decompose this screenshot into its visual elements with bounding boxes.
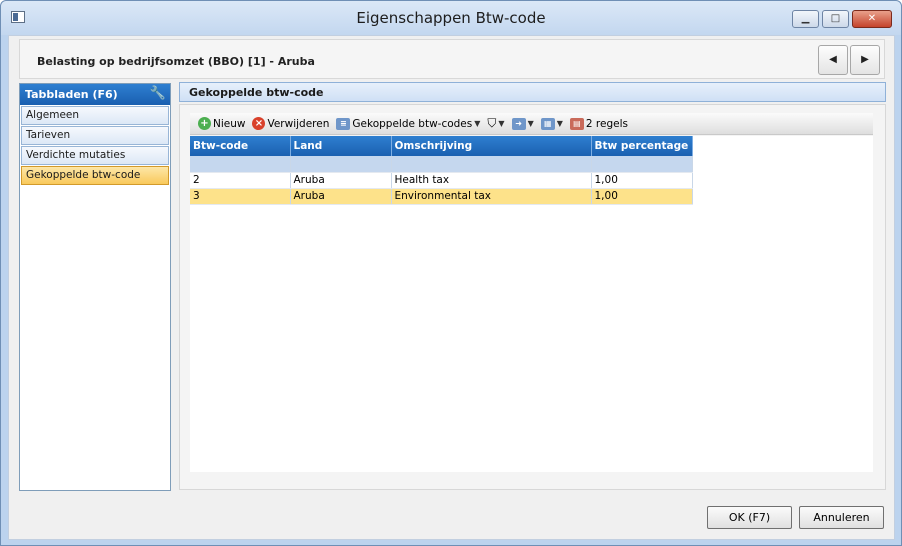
filter-cell[interactable] (391, 156, 592, 173)
previous-record-button[interactable]: ◀ (818, 45, 848, 75)
maximize-icon: □ (830, 13, 841, 24)
record-header: Belasting op bedrijfsomzet (BBO) [1] - A… (19, 39, 885, 79)
column-header-omschrijving[interactable]: Omschrijving (391, 136, 592, 156)
ok-button[interactable]: OK (F7) (707, 506, 792, 529)
dropdown-arrow-icon: ▼ (527, 119, 534, 128)
panel-title: Gekoppelde btw-code (179, 82, 886, 102)
table-cell: Health tax (391, 172, 592, 189)
table-cell: 1,00 (591, 172, 693, 189)
column-header-btw-percentage[interactable]: Btw percentage (591, 136, 693, 156)
sidebar-item-gekoppelde-btw-code[interactable]: Gekoppelde btw-code (21, 166, 169, 185)
grid-toolbar: + Nieuw × Verwijderen ≡ Gekoppelde btw-c… (190, 113, 873, 135)
layout-icon: ▦ (540, 117, 555, 130)
table-cell: 3 (190, 188, 291, 205)
dropdown-arrow-icon: ▼ (498, 119, 505, 128)
filter-cell[interactable] (190, 156, 291, 173)
tabs-sidebar: Tabbladen (F6) 🔧 Algemeen Tarieven Verdi… (19, 83, 171, 491)
new-button[interactable]: + Nieuw (196, 117, 247, 130)
filter-cell[interactable] (591, 156, 693, 173)
sidebar-title: Tabbladen (F6) (25, 88, 118, 101)
next-record-button[interactable]: ▶ (850, 45, 880, 75)
close-button[interactable]: ✕ (852, 10, 892, 28)
table-cell: Aruba (290, 172, 392, 189)
filter-cell[interactable] (290, 156, 392, 173)
table-cell: Environmental tax (391, 188, 592, 205)
dropdown-arrow-icon: ▼ (474, 119, 481, 128)
chevron-left-icon: ◀ (829, 54, 837, 65)
export-icon: ➜ (511, 117, 526, 130)
cancel-button[interactable]: Annuleren (799, 506, 884, 529)
delete-icon: × (252, 117, 266, 130)
column-header-land[interactable]: Land (290, 136, 392, 156)
data-grid: Btw-code Land Omschrijving Btw percentag… (190, 136, 873, 472)
linked-codes-button[interactable]: ≡ Gekoppelde btw-codes ▼ (334, 117, 482, 130)
dropdown-arrow-icon: ▼ (556, 119, 563, 128)
linked-codes-table: Btw-code Land Omschrijving Btw percentag… (190, 136, 693, 205)
delete-button[interactable]: × Verwijderen (250, 117, 331, 130)
sidebar-item-algemeen[interactable]: Algemeen (21, 106, 169, 125)
row-count-label: 2 regels (585, 117, 628, 130)
delete-label: Verwijderen (267, 117, 330, 130)
table-row[interactable]: 2 Aruba Health tax 1,00 (190, 172, 693, 189)
content-panel: Gekoppelde btw-code + Nieuw × Verwijdere… (179, 82, 886, 490)
column-header-btw-code[interactable]: Btw-code (190, 136, 291, 156)
add-icon: + (198, 117, 211, 130)
title-bar[interactable]: Eigenschappen Btw-code ▁ □ ✕ (1, 1, 901, 35)
filter-row[interactable] (190, 156, 693, 173)
sidebar-item-tarieven[interactable]: Tarieven (21, 126, 169, 145)
dialog-window: Eigenschappen Btw-code ▁ □ ✕ Belasting o… (0, 0, 902, 546)
wrench-icon[interactable]: 🔧 (150, 86, 166, 101)
layout-button[interactable]: ▦ ▼ (539, 117, 565, 130)
panel-body: + Nieuw × Verwijderen ≡ Gekoppelde btw-c… (179, 104, 886, 490)
chevron-right-icon: ▶ (861, 54, 869, 65)
record-title: Belasting op bedrijfsomzet (BBO) [1] - A… (37, 55, 315, 68)
maximize-button[interactable]: □ (822, 10, 849, 28)
table-cell: Aruba (290, 188, 392, 205)
minimize-button[interactable]: ▁ (792, 10, 819, 28)
document-icon: ≡ (336, 117, 351, 130)
row-count: ▤ 2 regels (568, 117, 630, 130)
table-header-row: Btw-code Land Omschrijving Btw percentag… (190, 136, 693, 156)
linked-codes-label: Gekoppelde btw-codes (352, 117, 473, 130)
sidebar-item-verdichte-mutaties[interactable]: Verdichte mutaties (21, 146, 169, 165)
new-label: Nieuw (213, 117, 246, 130)
export-button[interactable]: ➜ ▼ (510, 117, 536, 130)
filter-button[interactable]: ⛉ ▼ (485, 116, 506, 131)
sidebar-header: Tabbladen (F6) 🔧 (20, 84, 170, 105)
window-title: Eigenschappen Btw-code (356, 9, 546, 27)
filter-icon: ⛉ (487, 116, 497, 130)
table-cell: 2 (190, 172, 291, 189)
dialog-client: Belasting op bedrijfsomzet (BBO) [1] - A… (8, 35, 895, 540)
close-icon: ✕ (867, 13, 877, 24)
table-row-selected[interactable]: 3 Aruba Environmental tax 1,00 (190, 188, 693, 205)
table-cell: 1,00 (591, 188, 693, 205)
calendar-icon: ▤ (569, 117, 584, 130)
minimize-icon: ▁ (801, 13, 810, 24)
